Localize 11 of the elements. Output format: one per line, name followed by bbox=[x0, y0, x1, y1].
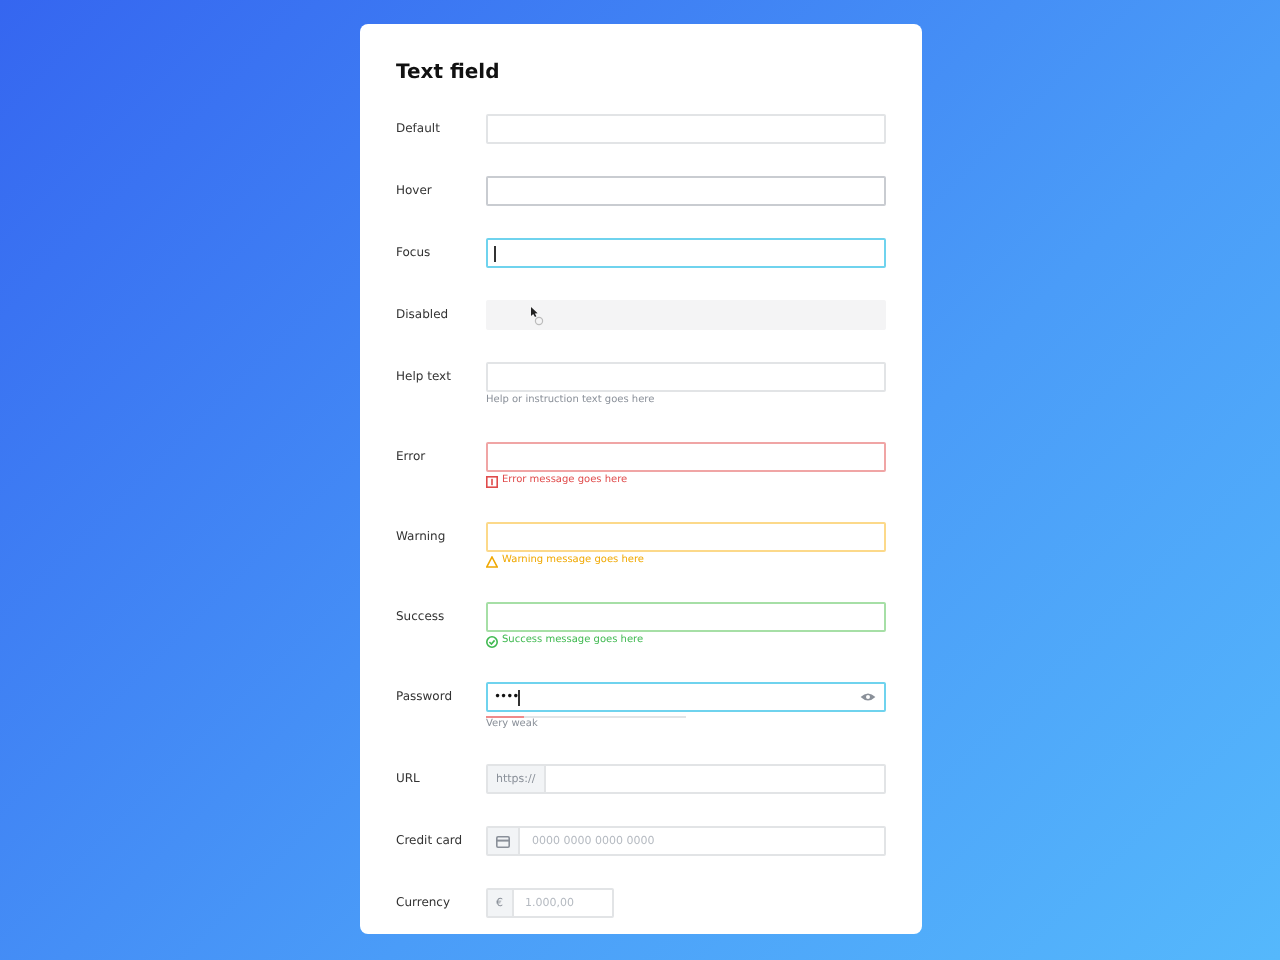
check-circle-icon bbox=[486, 635, 498, 647]
text-field[interactable] bbox=[486, 602, 886, 632]
text-field[interactable] bbox=[486, 522, 886, 552]
text-field[interactable] bbox=[486, 176, 886, 206]
form-title: Text field bbox=[396, 60, 502, 88]
text-field[interactable] bbox=[486, 238, 886, 268]
credit-card-icon bbox=[496, 835, 510, 847]
text-field[interactable] bbox=[486, 442, 886, 472]
eye-icon[interactable] bbox=[860, 692, 876, 702]
error-icon bbox=[486, 475, 498, 487]
warning-icon bbox=[486, 555, 498, 567]
